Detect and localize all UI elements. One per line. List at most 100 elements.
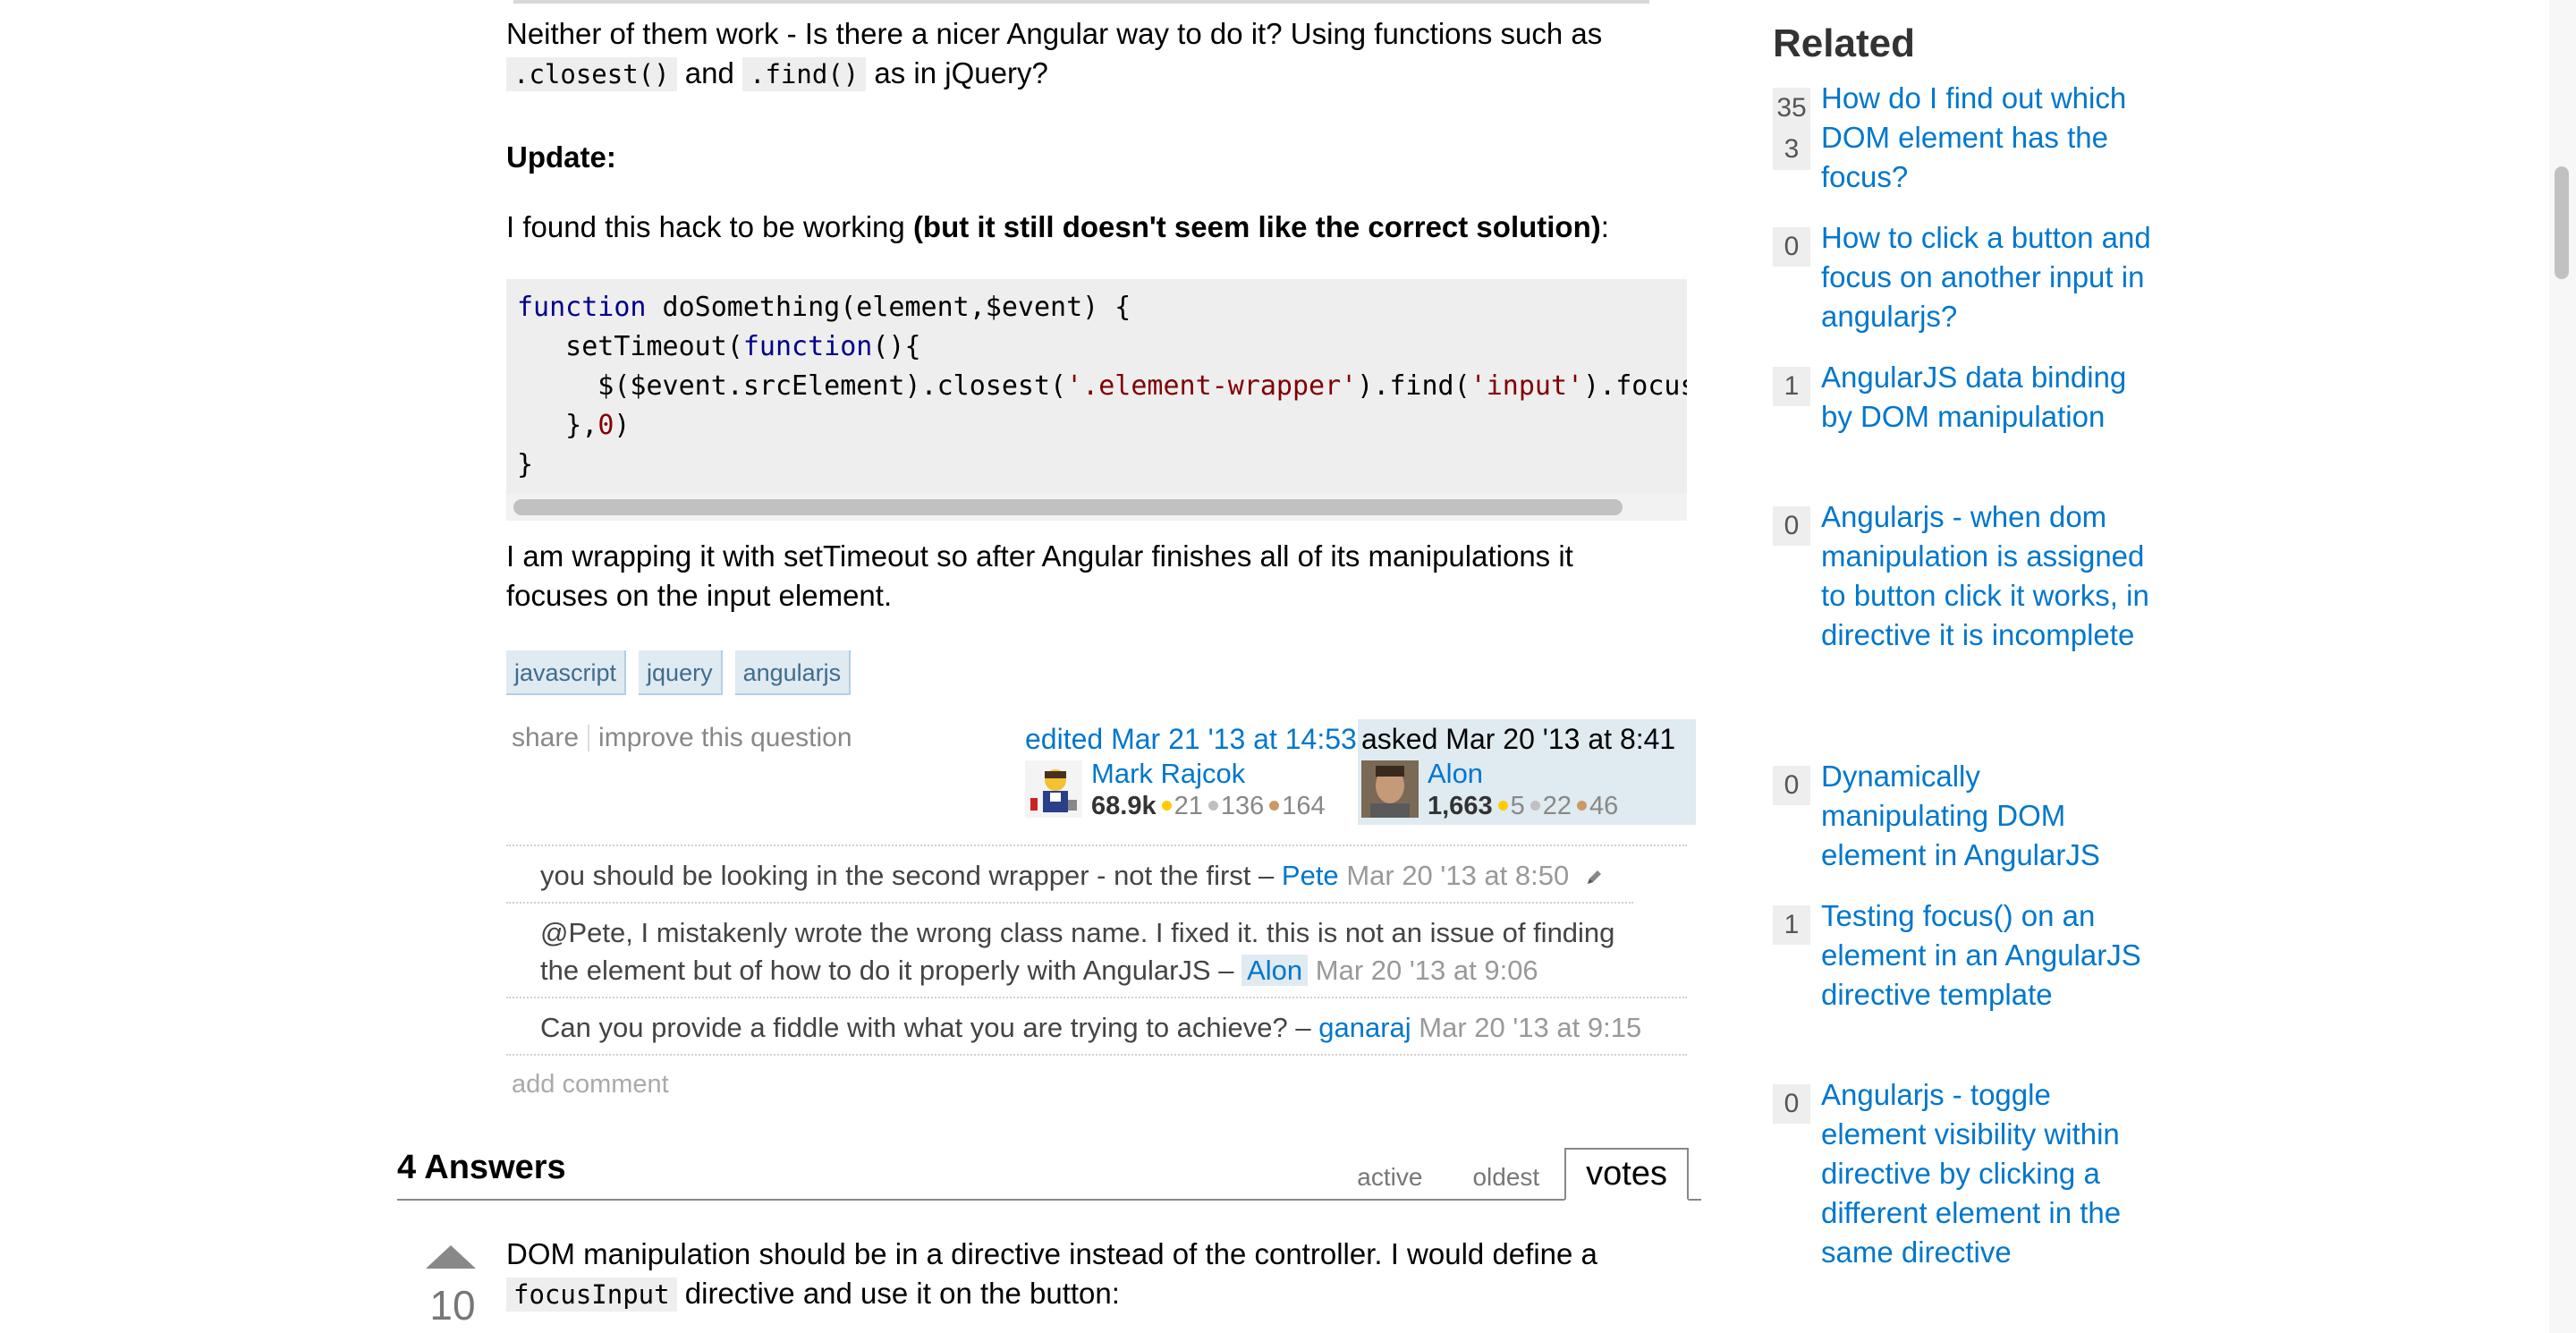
tab-votes[interactable]: votes [1564, 1148, 1689, 1201]
related-score: 1 [1773, 905, 1810, 945]
answer-sort-tabs: active oldest votes [1332, 1148, 1689, 1201]
related-item: 0 How to click a button and focus on ano… [1773, 218, 2151, 344]
related-link[interactable]: Angularjs - toggle element visibility wi… [1821, 1075, 2152, 1272]
code-text: function doSomething(element,$event) { s… [517, 292, 1687, 480]
comment-item: Can you provide a fiddle with what you a… [506, 997, 1687, 1054]
paragraph-text: and [684, 56, 734, 89]
related-link[interactable]: How to click a button and focus on anoth… [1821, 218, 2152, 336]
question-paragraph-2: I found this hack to be working (but it … [506, 208, 1609, 247]
related-score: 0 [1773, 227, 1810, 267]
silver-badge-count: 136 [1220, 792, 1265, 820]
bronze-badge-count: 164 [1282, 792, 1326, 820]
related-item: 1 Testing focus() on an element in an An… [1773, 896, 2148, 1057]
comments-divider [506, 1054, 1687, 1056]
comment-list: you should be looking in the second wrap… [506, 845, 1687, 1054]
answer-vote-count: 10 [429, 1282, 476, 1329]
bronze-badge-icon [1576, 801, 1587, 811]
share-link[interactable]: share [512, 723, 579, 753]
code-scrollbar-thumb[interactable] [513, 499, 1623, 515]
bronze-badge-icon [1269, 801, 1280, 811]
update-heading: Update: [506, 138, 616, 177]
page: Neither of them work - Is there a nicer … [0, 0, 2576, 1333]
page-scrollbar-thumb[interactable] [2555, 166, 2569, 279]
code-block: function doSomething(element,$event) { s… [506, 279, 1687, 521]
inline-code: .find() [742, 57, 867, 91]
question-paragraph-1: Neither of them work - Is there a nicer … [506, 14, 1705, 94]
silver-badge-count: 22 [1542, 792, 1572, 820]
comment-date: Mar 20 '13 at 9:06 [1315, 955, 1538, 986]
gold-badge-count: 21 [1174, 792, 1203, 820]
tag-javascript[interactable]: javascript [506, 650, 627, 695]
comment-date: Mar 20 '13 at 9:15 [1419, 1012, 1642, 1043]
editor-signature: edited Mar 21 '13 at 14:53 Mark Rajcok 6… [1021, 719, 1357, 825]
post-menu: share improve this question [512, 723, 852, 753]
asked-timestamp: asked Mar 20 '13 at 8:41 [1361, 723, 1676, 755]
gold-badge-count: 5 [1510, 792, 1525, 820]
editor-reputation: 68.9k 21 136 164 [1091, 791, 1326, 821]
related-score: 0 [1773, 506, 1810, 546]
paragraph-text: : [1600, 210, 1609, 243]
inline-code: .closest() [506, 57, 677, 91]
tag-angularjs[interactable]: angularjs [734, 650, 852, 695]
asker-name-link[interactable]: Alon [1428, 759, 1483, 789]
comment-user-link[interactable]: Alon [1241, 955, 1309, 986]
tab-active[interactable]: active [1332, 1163, 1447, 1201]
paragraph-text: I am wrapping it with setTimeout so afte… [506, 539, 1573, 573]
asker-signature: asked Mar 20 '13 at 8:41 Alon 1,663 5 22 46 [1358, 719, 1696, 825]
paragraph-text: as in jQuery? [874, 56, 1048, 89]
edited-timestamp-link[interactable]: edited Mar 21 '13 at 14:53 [1025, 723, 1357, 755]
menu-separator [588, 725, 590, 751]
related-item: 1 AngularJS data binding by DOM manipula… [1773, 358, 2148, 483]
related-score: 35 3 [1773, 88, 1810, 170]
answers-count-title: 4 Answers [397, 1149, 566, 1186]
inline-code: focusInput [506, 1278, 677, 1312]
code-scrollbar-top [513, 0, 1649, 4]
reputation-score: 68.9k [1091, 792, 1157, 820]
question-paragraph-3: I am wrapping it with setTimeout so afte… [506, 537, 1705, 616]
related-link[interactable]: Dynamically manipulating DOM element in … [1821, 757, 2152, 875]
tab-oldest[interactable]: oldest [1447, 1163, 1564, 1201]
improve-question-link[interactable]: improve this question [598, 723, 852, 753]
comment-user-link[interactable]: ganaraj [1318, 1012, 1411, 1043]
answer-text: DOM manipulation should be in a directiv… [506, 1237, 1597, 1270]
related-item: 0 Dynamically manipulating DOM element i… [1773, 757, 2148, 882]
pencil-icon[interactable] [1584, 868, 1604, 887]
asker-avatar[interactable] [1361, 760, 1419, 818]
related-link[interactable]: Angularjs - when dom manipulation is ass… [1821, 497, 2152, 655]
paragraph-text: Neither of them work - Is there a nicer … [506, 17, 1603, 50]
update-label: Update: [506, 140, 616, 174]
upvote-arrow-icon[interactable] [426, 1245, 476, 1269]
related-link[interactable]: Testing focus() on an element in an Angu… [1821, 896, 2152, 1015]
editor-name-link[interactable]: Mark Rajcok [1091, 759, 1245, 789]
related-item: 0 Angularjs - toggle element visibility … [1773, 1075, 2148, 1290]
editor-avatar[interactable] [1025, 760, 1082, 818]
related-link[interactable]: AngularJS data binding by DOM manipulati… [1821, 358, 2152, 437]
comment-date: Mar 20 '13 at 8:50 [1346, 860, 1570, 891]
tag-list: javascript jquery angularjs [506, 650, 852, 695]
answers-header: 4 Answers active oldest votes [397, 1143, 1701, 1201]
silver-badge-icon [1208, 801, 1218, 811]
paragraph-text: I found this hack to be working [506, 210, 905, 243]
answer-text: directive and use it on the button: [684, 1277, 1120, 1310]
paragraph-text: focuses on the input element. [506, 579, 893, 612]
gold-badge-icon [1497, 801, 1508, 811]
tag-jquery[interactable]: jquery [639, 650, 723, 695]
reputation-score: 1,663 [1428, 792, 1493, 820]
comment-user-link[interactable]: Pete [1282, 860, 1339, 891]
gold-badge-icon [1161, 801, 1172, 811]
related-score: 0 [1773, 766, 1810, 805]
comment-text: you should be looking in the second wrap… [540, 860, 1275, 891]
related-heading: Related [1773, 21, 1915, 65]
comment-text: Can you provide a fiddle with what you a… [540, 1012, 1311, 1043]
comment-item: you should be looking in the second wrap… [506, 845, 1687, 902]
comment-item: @Pete, I mistakenly wrote the wrong clas… [506, 902, 1633, 997]
paragraph-bold: (but it still doesn't seem like the corr… [912, 210, 1601, 243]
related-link[interactable]: How do I find out which DOM element has … [1821, 79, 2152, 197]
silver-badge-icon [1530, 801, 1540, 811]
related-item: 0 Angularjs - when dom manipulation is a… [1773, 497, 2149, 739]
answer-body: DOM manipulation should be in a directiv… [506, 1235, 1705, 1314]
related-score: 0 [1773, 1084, 1810, 1124]
bronze-badge-count: 46 [1589, 792, 1619, 820]
related-score: 1 [1773, 367, 1810, 406]
add-comment-link[interactable]: add comment [512, 1070, 669, 1100]
